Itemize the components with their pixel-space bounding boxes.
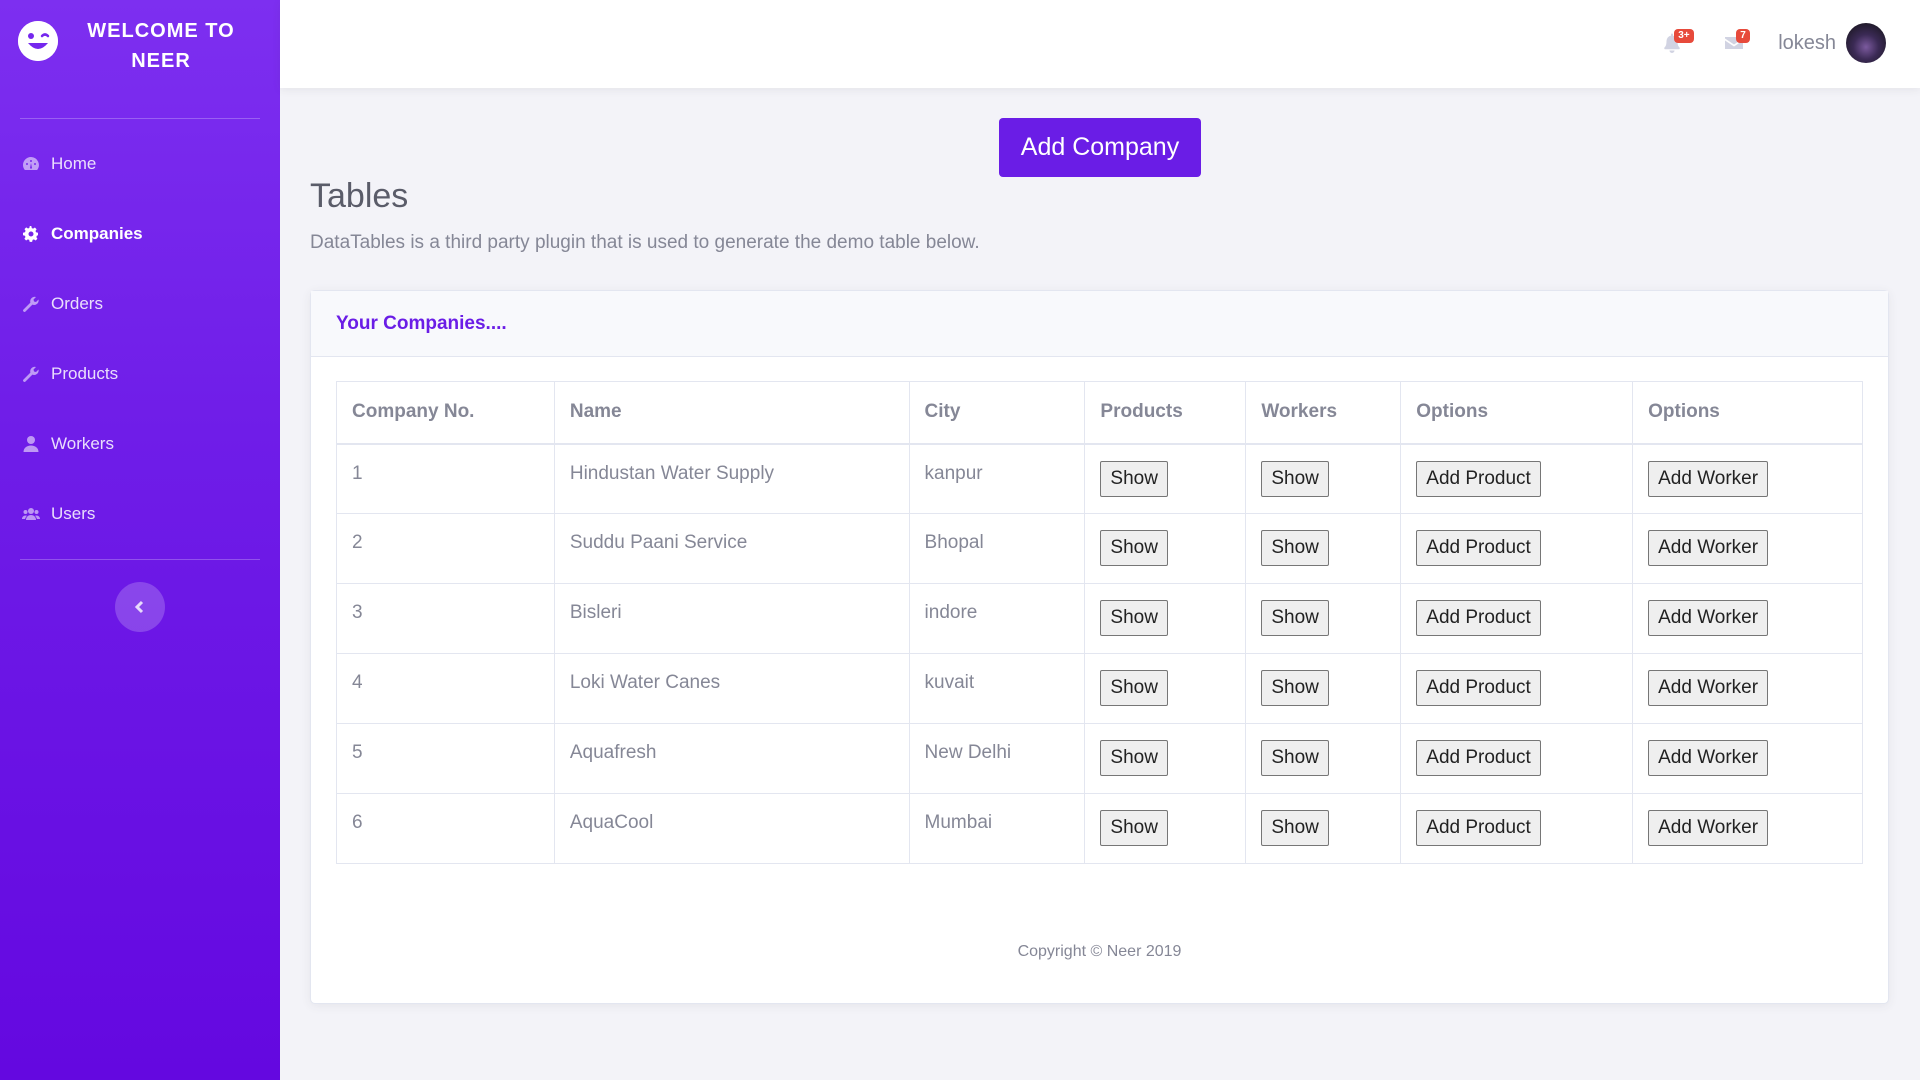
avatar[interactable] xyxy=(1846,23,1886,63)
add-product-button[interactable]: Add Product xyxy=(1416,740,1541,776)
sidebar-divider xyxy=(20,559,260,560)
table-header-row: Company No. Name City Products Workers O… xyxy=(336,381,1863,445)
company-name: Bisleri xyxy=(553,583,910,654)
add-worker-button[interactable]: Add Worker xyxy=(1648,670,1769,706)
tachometer-icon xyxy=(21,155,41,173)
companies-card: Your Companies.... Company No. Name City… xyxy=(310,290,1889,1004)
add-worker-button[interactable]: Add Worker xyxy=(1648,810,1769,846)
company-no: 4 xyxy=(336,653,555,724)
company-city: kanpur xyxy=(908,443,1086,514)
user-name[interactable]: lokesh xyxy=(1778,32,1836,55)
company-no: 2 xyxy=(336,513,555,584)
wrench-icon xyxy=(21,295,41,313)
company-city: kuvait xyxy=(908,653,1086,724)
table-row: 1 Hindustan Water Supply kanpur Show Sho… xyxy=(336,443,1863,514)
sidebar-nav: Home Companies Orders Products Workers U… xyxy=(0,119,280,559)
company-name: Loki Water Canes xyxy=(553,653,910,724)
sidebar-brand[interactable]: WELCOME TO NEER xyxy=(0,0,280,118)
table-wrapper: Company No. Name City Products Workers O… xyxy=(336,381,1863,864)
show-workers-button[interactable]: Show xyxy=(1261,530,1329,566)
add-company-button[interactable]: Add Company xyxy=(999,118,1201,177)
user-icon xyxy=(21,435,41,453)
sidebar-item-orders[interactable]: Orders xyxy=(0,269,280,339)
page-description: DataTables is a third party plugin that … xyxy=(310,232,980,253)
laugh-wink-icon xyxy=(18,21,58,61)
show-workers-button[interactable]: Show xyxy=(1261,670,1329,706)
chevron-left-icon xyxy=(134,600,144,614)
card-title: Your Companies.... xyxy=(311,291,1888,357)
add-worker-button[interactable]: Add Worker xyxy=(1648,530,1769,566)
add-product-button[interactable]: Add Product xyxy=(1416,460,1541,497)
table-row: 5 Aquafresh New Delhi Show Show Add Prod… xyxy=(336,723,1863,794)
add-worker-button[interactable]: Add Worker xyxy=(1648,460,1769,497)
sidebar-item-workers[interactable]: Workers xyxy=(0,409,280,479)
company-city: New Delhi xyxy=(908,723,1086,794)
add-product-button[interactable]: Add Product xyxy=(1416,810,1541,846)
company-name: AquaCool xyxy=(553,793,910,864)
show-products-button[interactable]: Show xyxy=(1100,810,1168,846)
sidebar-item-label: Workers xyxy=(51,434,114,453)
cog-icon xyxy=(21,225,41,243)
company-city: Bhopal xyxy=(908,513,1086,584)
company-no: 3 xyxy=(336,583,555,654)
sidebar-toggle-button[interactable] xyxy=(115,582,165,632)
footer-copyright: Copyright © Neer 2019 xyxy=(1017,943,1182,960)
company-name: Suddu Paani Service xyxy=(553,513,910,584)
sidebar-item-home[interactable]: Home xyxy=(0,129,280,199)
wrench-icon xyxy=(21,365,41,383)
company-city: Mumbai xyxy=(908,793,1086,864)
sidebar-item-label: Orders xyxy=(51,294,103,313)
table-row: 3 Bisleri indore Show Show Add Product A… xyxy=(336,583,1863,654)
add-product-button[interactable]: Add Product xyxy=(1416,530,1541,566)
show-workers-button[interactable]: Show xyxy=(1261,810,1329,846)
company-name: Aquafresh xyxy=(553,723,910,794)
sidebar-item-users[interactable]: Users xyxy=(0,479,280,549)
column-header[interactable]: Workers xyxy=(1245,381,1402,445)
messages-badge: 7 xyxy=(1736,29,1750,43)
add-product-button[interactable]: Add Product xyxy=(1416,670,1541,706)
add-worker-button[interactable]: Add Worker xyxy=(1648,740,1769,776)
company-no: 6 xyxy=(336,793,555,864)
show-products-button[interactable]: Show xyxy=(1100,460,1168,497)
show-workers-button[interactable]: Show xyxy=(1261,600,1329,636)
sidebar-item-label: Products xyxy=(51,364,119,383)
add-product-button[interactable]: Add Product xyxy=(1416,600,1541,636)
company-city: indore xyxy=(908,583,1086,654)
sidebar: WELCOME TO NEER Home Companies Orders Pr xyxy=(0,0,280,1080)
topbar-right: 3+ 7 lokesh xyxy=(1630,22,1886,64)
table-row: 6 AquaCool Mumbai Show Show Add Product … xyxy=(336,793,1863,864)
alerts-badge: 3+ xyxy=(1674,29,1694,43)
company-no: 1 xyxy=(336,443,555,514)
messages-button[interactable]: 7 xyxy=(1714,23,1754,63)
companies-table: Company No. Name City Products Workers O… xyxy=(336,381,1863,864)
sidebar-item-label: Companies xyxy=(51,224,143,243)
users-icon xyxy=(21,505,41,523)
brand-title: WELCOME TO NEER xyxy=(87,20,235,72)
column-header[interactable]: Options xyxy=(1400,381,1634,445)
show-workers-button[interactable]: Show xyxy=(1261,460,1329,497)
show-workers-button[interactable]: Show xyxy=(1261,740,1329,776)
column-header[interactable]: Products xyxy=(1084,381,1247,445)
table-row: 2 Suddu Paani Service Bhopal Show Show A… xyxy=(336,513,1863,584)
column-header[interactable]: Company No. xyxy=(336,381,555,445)
page-title: Tables xyxy=(310,177,409,215)
column-header[interactable]: Options xyxy=(1632,381,1863,445)
alerts-button[interactable]: 3+ xyxy=(1652,23,1694,63)
sidebar-item-label: Home xyxy=(51,154,97,173)
table-row: 4 Loki Water Canes kuvait Show Show Add … xyxy=(336,653,1863,724)
show-products-button[interactable]: Show xyxy=(1100,670,1168,706)
add-worker-button[interactable]: Add Worker xyxy=(1648,600,1769,636)
topbar: 3+ 7 lokesh xyxy=(280,0,1920,88)
sidebar-item-companies[interactable]: Companies xyxy=(0,199,280,269)
column-header[interactable]: City xyxy=(908,381,1086,445)
show-products-button[interactable]: Show xyxy=(1100,740,1168,776)
column-header[interactable]: Name xyxy=(553,381,910,445)
sidebar-item-products[interactable]: Products xyxy=(0,339,280,409)
show-products-button[interactable]: Show xyxy=(1100,530,1168,566)
sidebar-item-label: Users xyxy=(51,504,96,523)
company-no: 5 xyxy=(336,723,555,794)
show-products-button[interactable]: Show xyxy=(1100,600,1168,636)
company-name: Hindustan Water Supply xyxy=(553,443,910,514)
